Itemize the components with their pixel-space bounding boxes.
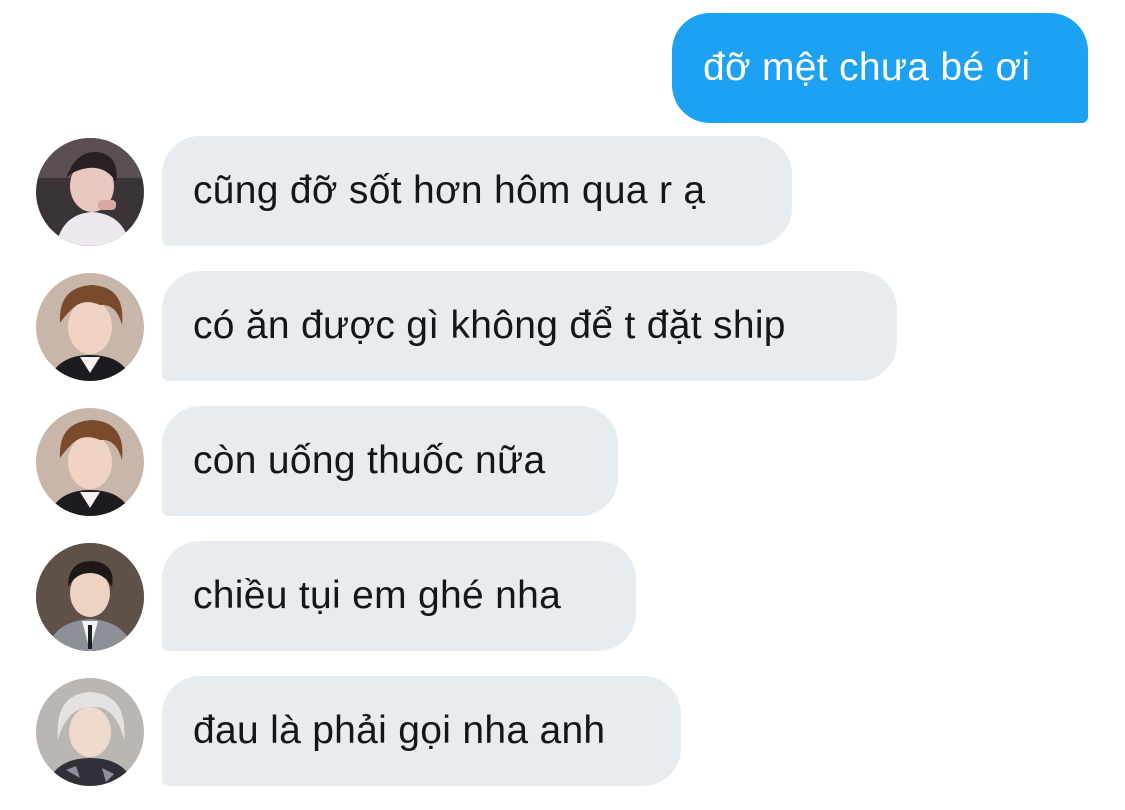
user-photo-icon <box>36 408 144 516</box>
sent-message-text: đỡ mệt chưa bé ơi <box>703 46 1031 89</box>
chat-thread: đỡ mệt chưa bé ơi cũng đỡ sốt hơn hôm qu… <box>0 0 1125 810</box>
received-message-bubble[interactable]: còn uống thuốc nữa <box>162 406 618 516</box>
received-message-bubble[interactable]: có ăn được gì không để t đặt ship <box>162 271 897 381</box>
received-message-text: cũng đỡ sốt hơn hôm qua r ạ <box>193 169 706 212</box>
avatar[interactable] <box>36 543 144 651</box>
received-message-text: đau là phải gọi nha anh <box>193 709 606 752</box>
received-message-bubble[interactable]: đau là phải gọi nha anh <box>162 676 681 786</box>
avatar[interactable] <box>36 273 144 381</box>
avatar[interactable] <box>36 408 144 516</box>
sent-message-bubble[interactable]: đỡ mệt chưa bé ơi <box>672 13 1088 123</box>
user-photo-icon <box>36 678 144 786</box>
avatar[interactable] <box>36 678 144 786</box>
avatar[interactable] <box>36 138 144 246</box>
received-message-text: chiều tụi em ghé nha <box>193 574 562 617</box>
user-photo-icon <box>36 273 144 381</box>
received-message-text: còn uống thuốc nữa <box>193 439 546 482</box>
received-message-bubble[interactable]: chiều tụi em ghé nha <box>162 541 636 651</box>
user-photo-icon <box>36 543 144 651</box>
received-message-text: có ăn được gì không để t đặt ship <box>193 304 786 347</box>
received-message-bubble[interactable]: cũng đỡ sốt hơn hôm qua r ạ <box>162 136 792 246</box>
user-photo-icon <box>36 138 144 246</box>
